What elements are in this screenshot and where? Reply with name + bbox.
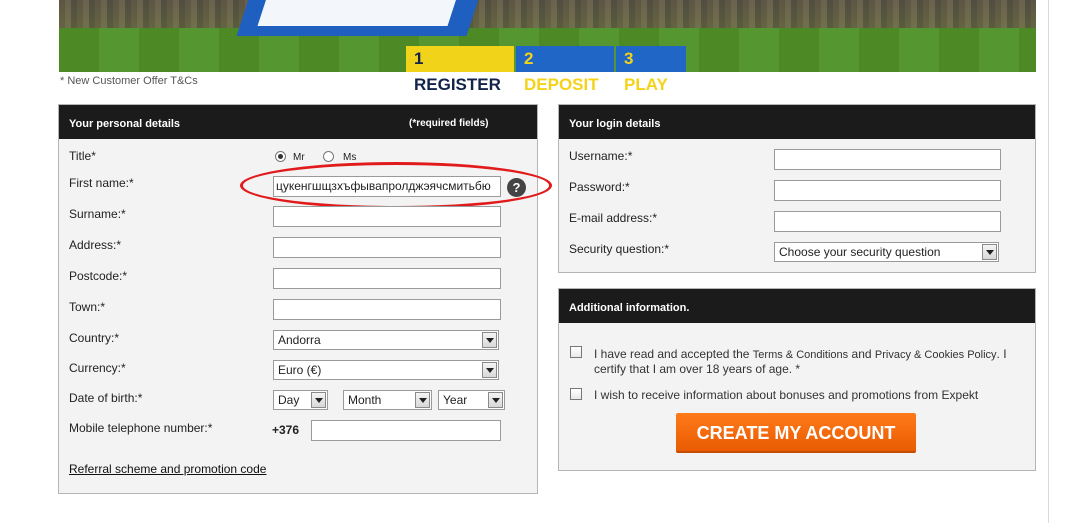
login-details-title: Your login details xyxy=(569,118,661,130)
dob-day-value: Day xyxy=(278,393,300,407)
password-input[interactable] xyxy=(774,180,1001,201)
terms-prefix: I have read and accepted the xyxy=(594,347,750,361)
additional-info-title: Additional information. xyxy=(569,302,690,314)
required-fields-note: (*required fields) xyxy=(409,118,489,129)
currency-label: Currency:* xyxy=(69,361,126,375)
first-name-value: цукенгшщзхъфывапролджэячсмитьбю xyxy=(276,179,491,193)
help-icon[interactable]: ? xyxy=(507,178,526,197)
additional-info-header: Additional information. xyxy=(559,289,1035,323)
currency-select[interactable]: Euro (€) xyxy=(273,360,499,380)
chevron-down-icon[interactable] xyxy=(488,392,503,408)
postcode-input[interactable] xyxy=(273,268,501,289)
title-ms-label: Ms xyxy=(343,152,357,163)
chevron-down-icon[interactable] xyxy=(415,392,430,408)
surname-input[interactable] xyxy=(273,206,501,227)
country-value: Andorra xyxy=(278,333,321,347)
offer-terms-link[interactable]: * New Customer Offer T&Cs xyxy=(60,75,198,87)
email-label: E-mail address:* xyxy=(569,211,658,225)
chevron-down-icon[interactable] xyxy=(482,332,497,348)
country-label: Country:* xyxy=(69,331,120,345)
terms-suffix: . I xyxy=(996,347,1007,361)
country-select[interactable]: Andorra xyxy=(273,330,499,350)
banner-stadium-stands xyxy=(59,0,1036,28)
dob-year-value: Year xyxy=(443,393,468,407)
terms-checkbox[interactable] xyxy=(570,346,582,358)
registration-steps: 1 REGISTER 2 DEPOSIT 3 PLAY xyxy=(406,46,686,94)
dob-day-select[interactable]: Day xyxy=(273,390,328,410)
town-input[interactable] xyxy=(273,299,501,320)
dob-label: Date of birth:* xyxy=(69,391,143,405)
dob-year-select[interactable]: Year xyxy=(438,390,505,410)
security-question-value: Choose your security question xyxy=(779,245,941,259)
bonus-checkbox[interactable] xyxy=(570,388,582,400)
email-input[interactable] xyxy=(774,211,1001,232)
mobile-label: Mobile telephone number:* xyxy=(69,421,213,435)
surname-label: Surname:* xyxy=(69,207,126,221)
banner-logo-white xyxy=(257,0,461,26)
currency-value: Euro (€) xyxy=(278,363,322,377)
chevron-down-icon[interactable] xyxy=(311,392,326,408)
chevron-down-icon[interactable] xyxy=(982,244,997,260)
chevron-down-icon[interactable] xyxy=(482,362,497,378)
create-account-button[interactable]: CREATE MY ACCOUNT xyxy=(676,413,916,453)
address-label: Address:* xyxy=(69,238,122,252)
username-label: Username:* xyxy=(569,149,633,163)
password-label: Password:* xyxy=(569,180,630,194)
first-name-label: First name:* xyxy=(69,176,134,190)
step-deposit: 2 DEPOSIT xyxy=(516,46,614,94)
username-input[interactable] xyxy=(774,149,1001,170)
title-label: Title* xyxy=(69,149,96,163)
login-details-header: Your login details xyxy=(559,105,1035,139)
page-edge-divider xyxy=(1048,0,1049,523)
referral-link[interactable]: Referral scheme and promotion code xyxy=(69,462,266,476)
title-mr-label: Mr xyxy=(293,152,305,163)
terms-line2: certify that I am over 18 years of age. … xyxy=(594,362,801,376)
terms-and: and xyxy=(851,347,872,361)
mobile-prefix: +376 xyxy=(272,423,300,437)
terms-conditions-link[interactable]: Terms & Conditions xyxy=(753,349,848,361)
dob-month-select[interactable]: Month xyxy=(343,390,432,410)
security-question-select[interactable]: Choose your security question xyxy=(774,242,999,262)
terms-text: I have read and accepted the Terms & Con… xyxy=(594,347,1014,376)
dob-month-value: Month xyxy=(348,393,382,407)
title-radio-mr[interactable] xyxy=(275,151,286,162)
address-input[interactable] xyxy=(273,237,501,258)
security-question-label: Security question:* xyxy=(569,242,670,256)
bonus-text: I wish to receive information about bonu… xyxy=(594,388,979,402)
personal-details-title: Your personal details xyxy=(69,118,181,130)
privacy-policy-link[interactable]: Privacy & Cookies Policy xyxy=(875,349,997,361)
postcode-label: Postcode:* xyxy=(69,269,128,283)
first-name-input[interactable]: цукенгшщзхъфывапролджэячсмитьбю xyxy=(273,176,501,197)
town-label: Town:* xyxy=(69,300,106,314)
mobile-input[interactable] xyxy=(311,420,501,441)
step-register: 1 REGISTER xyxy=(406,46,514,94)
title-radio-ms[interactable] xyxy=(323,151,334,162)
personal-details-header: Your personal details (*required fields) xyxy=(59,105,537,139)
step-play: 3 PLAY xyxy=(616,46,686,94)
